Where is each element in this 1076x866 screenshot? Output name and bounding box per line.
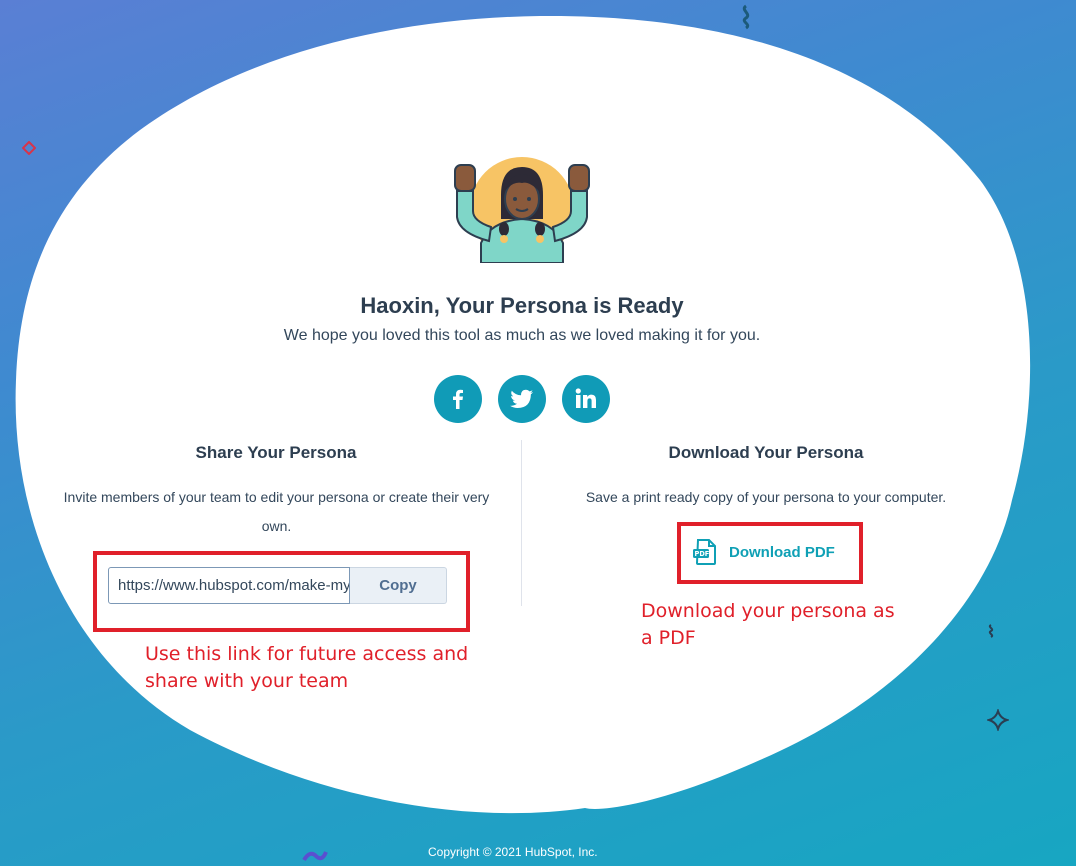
linkedin-icon (575, 388, 596, 408)
page-title: Haoxin, Your Persona is Ready (360, 293, 684, 318)
page-subtitle: We hope you loved this tool as much as w… (283, 327, 761, 344)
facebook-icon (453, 389, 463, 409)
facebook-share-button[interactable] (434, 375, 482, 423)
share-annotation: Use this link for future access and shar… (145, 643, 469, 692)
download-pdf-highlight-box (677, 522, 863, 584)
download-annotation: Download your persona as a PDF (641, 600, 895, 649)
download-heading: Download Your Persona (668, 443, 864, 462)
download-description: Save a print ready copy of your persona … (585, 489, 947, 505)
linkedin-share-button[interactable] (562, 375, 610, 423)
column-divider (521, 440, 522, 606)
share-heading: Share Your Persona (195, 443, 357, 462)
twitter-icon (510, 389, 533, 408)
share-link-highlight-box (93, 551, 470, 632)
twitter-share-button[interactable] (498, 375, 546, 423)
persona-avatar-illustration (454, 157, 590, 263)
copyright-footer: Copyright © 2021 HubSpot, Inc. (428, 845, 598, 859)
share-description: Invite members of your team to edit your… (63, 489, 490, 534)
